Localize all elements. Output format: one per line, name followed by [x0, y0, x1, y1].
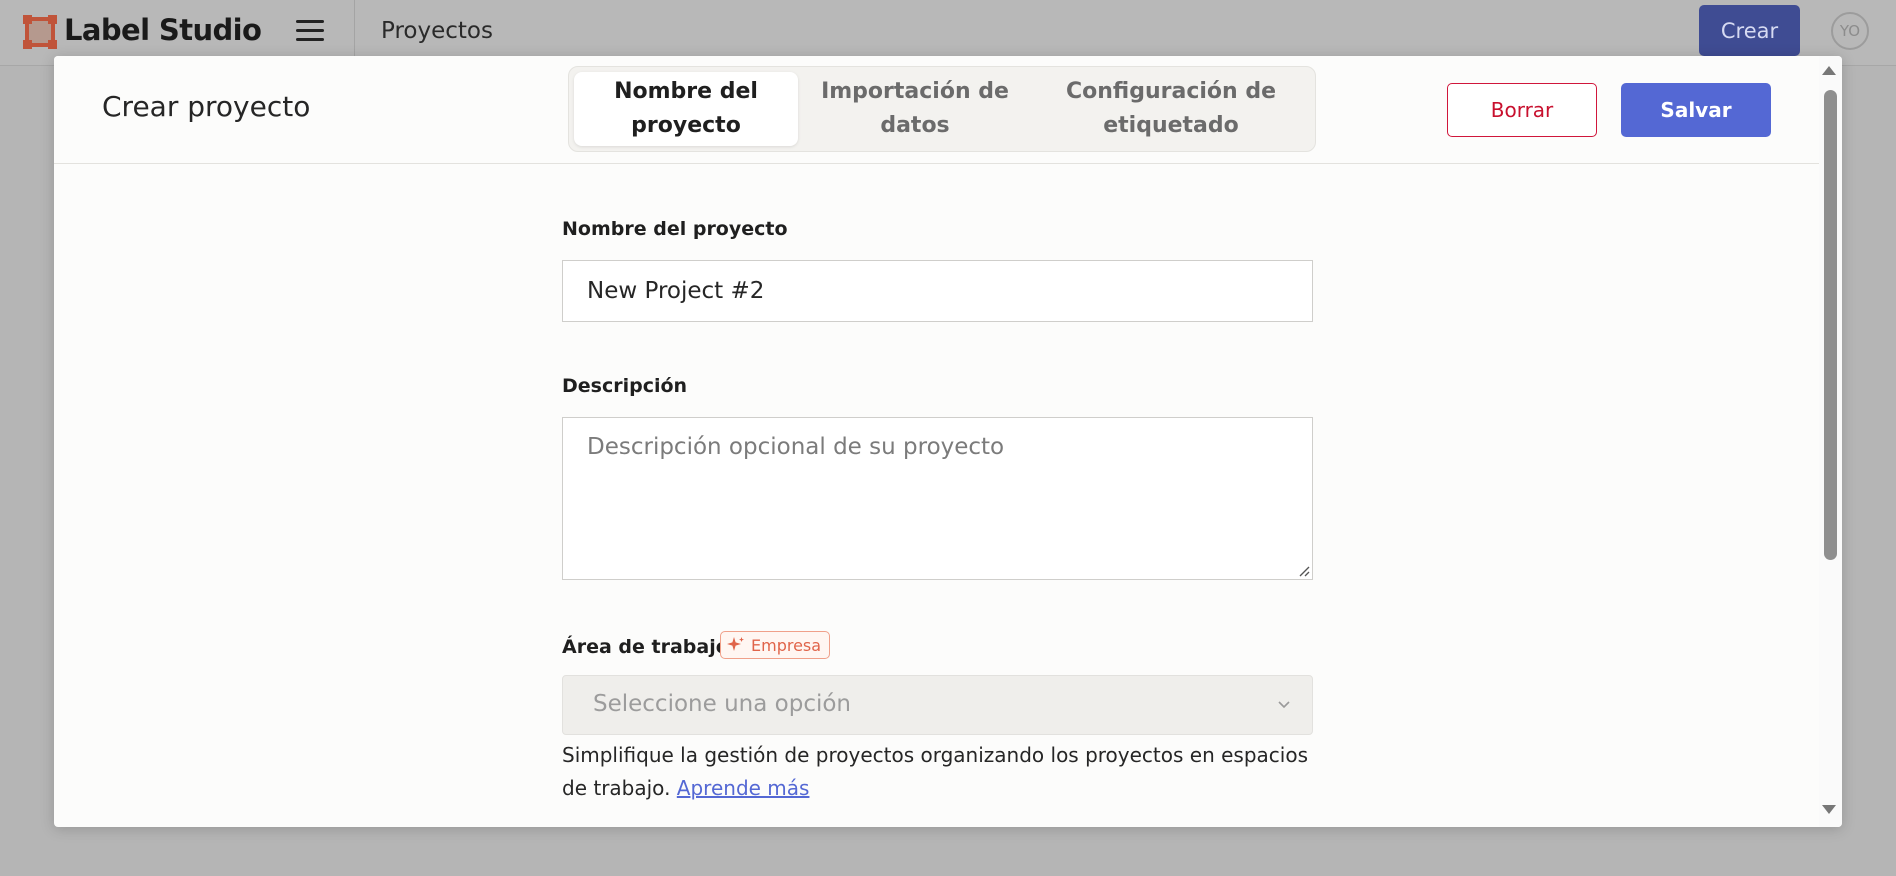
help-text: Simplifique la gestión de proyectos orga…	[562, 743, 1309, 800]
workspace-label: Área de trabajo	[562, 634, 729, 658]
modal-header: Crear proyecto Nombre del proyecto Impor…	[54, 56, 1819, 164]
sparkle-icon	[727, 637, 744, 651]
create-project-button[interactable]: Crear	[1699, 5, 1800, 56]
breadcrumb-projects[interactable]: Proyectos	[381, 18, 493, 44]
chevron-down-icon	[1278, 701, 1290, 709]
enterprise-badge: Empresa	[720, 631, 831, 659]
scrollbar-thumb[interactable]	[1824, 90, 1837, 560]
tab-label: Nombre del proyecto	[614, 79, 758, 138]
learn-more-link[interactable]: Aprende más	[677, 776, 810, 800]
project-name-input[interactable]	[562, 260, 1313, 322]
tab-labeling-setup[interactable]: Configuración de etiquetado	[1032, 72, 1310, 146]
hamburger-menu-icon[interactable]	[296, 20, 324, 44]
tab-label: Importación de datos	[821, 79, 1009, 138]
avatar[interactable]: YO	[1831, 12, 1869, 50]
workspace-label-text: Área de trabajo	[562, 636, 729, 658]
project-name-label: Nombre del proyecto	[562, 218, 788, 240]
workspace-select-placeholder: Seleccione una opción	[593, 691, 851, 717]
description-textarea[interactable]	[562, 417, 1313, 580]
step-tabs: Nombre del proyecto Importación de datos…	[568, 66, 1316, 152]
save-button[interactable]: Salvar	[1621, 83, 1771, 137]
tab-project-name[interactable]: Nombre del proyecto	[574, 72, 798, 146]
create-project-modal: Crear proyecto Nombre del proyecto Impor…	[54, 56, 1842, 827]
workspace-help-text: Simplifique la gestión de proyectos orga…	[562, 739, 1322, 805]
brand-name: Label Studio	[64, 13, 262, 47]
scroll-up-arrow-icon[interactable]	[1822, 66, 1836, 75]
delete-button[interactable]: Borrar	[1447, 83, 1597, 137]
resize-grip-icon[interactable]	[1298, 565, 1310, 577]
tab-data-import[interactable]: Importación de datos	[800, 72, 1030, 146]
badge-label: Empresa	[751, 635, 822, 655]
tab-label: Configuración de etiquetado	[1065, 79, 1277, 138]
description-label: Descripción	[562, 375, 688, 397]
workspace-select[interactable]: Seleccione una opción	[562, 675, 1313, 735]
scroll-down-arrow-icon[interactable]	[1822, 805, 1836, 814]
label-studio-logo	[23, 15, 57, 49]
modal-title: Crear proyecto	[102, 90, 311, 123]
